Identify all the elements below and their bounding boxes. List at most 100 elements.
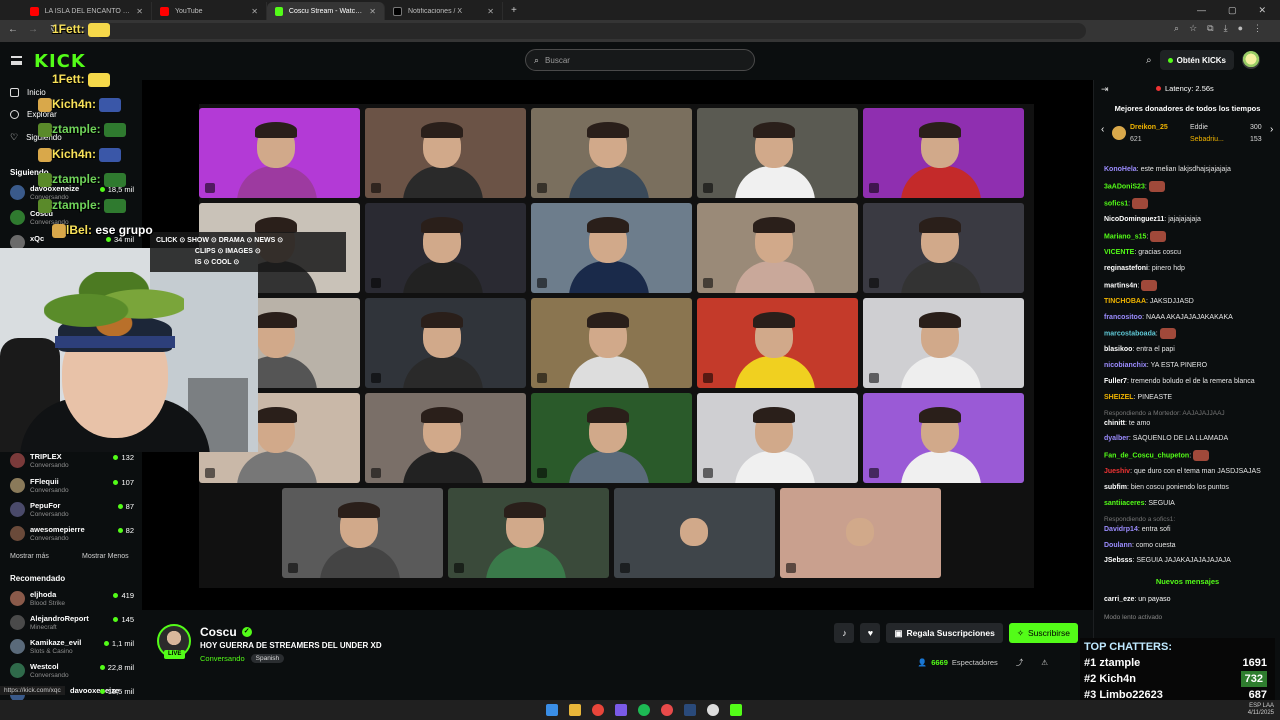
forward-icon[interactable]: →	[28, 24, 38, 35]
minimize-icon[interactable]: —	[1197, 5, 1206, 15]
windows-start-icon[interactable]	[546, 704, 558, 716]
mic-muted-icon	[703, 373, 713, 383]
mic-muted-icon	[869, 373, 879, 383]
chat-username[interactable]: Doulann	[1104, 542, 1132, 549]
extensions-icon[interactable]: ⧉	[1207, 23, 1213, 34]
chat-username[interactable]: santiiaceres	[1104, 500, 1144, 507]
chat-text: que duro con el tema man JASDJSAJAS	[1133, 468, 1261, 476]
channel-item[interactable]: FFlequii Conversando 107	[10, 475, 134, 499]
chat-username[interactable]: blasikoo	[1104, 346, 1132, 353]
kick-app-icon[interactable]	[730, 704, 742, 716]
app-icon[interactable]	[661, 704, 673, 716]
chat-username[interactable]: Jueshiv	[1104, 468, 1130, 475]
clock-date[interactable]: 4/11/2025	[1248, 710, 1274, 716]
next-donor-icon[interactable]: ›	[1270, 124, 1273, 135]
chat-username[interactable]: JSebsss	[1104, 557, 1132, 564]
chat-username[interactable]: 3aADoniS23	[1104, 183, 1145, 190]
participant-hair	[421, 217, 463, 233]
close-window-icon[interactable]: ✕	[1258, 5, 1266, 16]
chat-username[interactable]: marcostaboada	[1104, 331, 1156, 338]
tab-x[interactable]: Notificaciones / X ✕	[385, 2, 503, 20]
user-avatar[interactable]	[1242, 51, 1260, 69]
chat-username[interactable]: Mariano_s15	[1104, 233, 1146, 240]
show-less-button[interactable]: Mostrar Menos	[82, 553, 129, 560]
chat-username[interactable]: francositoo	[1104, 314, 1142, 321]
channel-item[interactable]: AlejandroReport Minecraft 145	[10, 612, 134, 636]
channel-item[interactable]: PepuFor Conversando 87	[10, 499, 134, 523]
channel-item[interactable]: eljhoda Blood Strike 419	[10, 588, 134, 612]
prev-donor-icon[interactable]: ‹	[1101, 124, 1104, 135]
notification-bell-icon[interactable]: ♪	[834, 623, 855, 643]
chrome-icon[interactable]	[592, 704, 604, 716]
chat-username[interactable]: martins4n	[1104, 282, 1137, 289]
chat-username[interactable]: Davidrp14	[1104, 526, 1138, 533]
channel-item[interactable]: Kamikaze_evil Slots & Casino 1,1 mil	[10, 636, 134, 660]
download-icon[interactable]: ⤓	[1224, 23, 1228, 34]
chat-username[interactable]: SHEIZEL	[1104, 394, 1134, 401]
chat-username[interactable]: chinitt	[1104, 420, 1125, 427]
mic-muted-icon	[869, 468, 879, 478]
chat-username[interactable]: TINCHOBAA	[1104, 298, 1146, 305]
tab-title: Coscu Stream - Watch Live	[288, 7, 363, 15]
channel-item[interactable]: awesomepierre Conversando 82	[10, 523, 134, 547]
star-icon[interactable]: ☆	[1189, 23, 1197, 34]
chat-username[interactable]: VICENTE	[1104, 249, 1134, 256]
app-icon[interactable]	[615, 704, 627, 716]
close-tab-icon[interactable]: ✕	[251, 7, 258, 16]
close-tab-icon[interactable]: ✕	[487, 7, 494, 16]
close-tab-icon[interactable]: ✕	[136, 7, 143, 16]
tab-isla[interactable]: LA ISLA DEL ENCANTO #81 ✕	[22, 2, 152, 20]
chat-username[interactable]: carri_eze	[1104, 596, 1134, 603]
viewer-count: 22,8 mil	[99, 663, 134, 672]
back-icon[interactable]: ←	[8, 24, 18, 35]
maximize-icon[interactable]: ▢	[1228, 5, 1237, 16]
new-messages-divider[interactable]: Nuevos mensajes	[1094, 577, 1280, 586]
subscribe-button[interactable]: ✧ Suscribirse	[1008, 623, 1078, 643]
category-link[interactable]: Conversando	[200, 654, 245, 663]
call-participant-tile	[863, 393, 1024, 483]
heart-follow-icon[interactable]: ♥	[860, 623, 881, 643]
chat-username[interactable]: sofics1	[1104, 200, 1128, 207]
tab-youtube[interactable]: YouTube ✕	[152, 2, 267, 20]
chat-username[interactable]: KonoHela	[1104, 166, 1137, 173]
spotify-icon[interactable]	[638, 704, 650, 716]
steam-icon[interactable]	[684, 704, 696, 716]
channel-item[interactable]: TRIPLEX Conversando 132	[10, 450, 134, 474]
gift-subs-button[interactable]: ▣ Regala Suscripciones	[886, 623, 1003, 643]
channel-item[interactable]: Westcol Conversando 22,8 mil	[10, 660, 134, 684]
menu-icon[interactable]: ⋮	[1253, 23, 1262, 34]
chat-username[interactable]: NicoDominguez11	[1104, 216, 1164, 223]
chat-username[interactable]: subfim	[1104, 484, 1127, 491]
show-more-button[interactable]: Mostrar más	[10, 553, 49, 560]
obs-icon[interactable]	[707, 704, 719, 716]
kicks-coin-icon	[1167, 57, 1173, 63]
report-icon[interactable]: ⚠	[1041, 658, 1048, 667]
chat-username[interactable]: Fuller7	[1104, 378, 1127, 385]
chat-username[interactable]: nicobianchix	[1104, 362, 1147, 369]
kick-logo[interactable]: KICK	[34, 51, 86, 72]
viewer-count-value: 87	[125, 502, 134, 511]
streamer-name[interactable]: Coscu ✓	[200, 625, 252, 639]
chat-username[interactable]: reginastefoni	[1104, 265, 1148, 272]
search-input[interactable]: ⌕ Buscar	[525, 49, 755, 71]
close-tab-icon[interactable]: ✕	[369, 7, 376, 16]
chat-username[interactable]: dyalber	[1104, 435, 1129, 442]
share-icon[interactable]: ⤴	[1016, 657, 1024, 668]
overlay-user: 1Fett:	[52, 22, 85, 36]
zoom-icon[interactable]: ⌕	[1174, 23, 1179, 34]
new-tab-button[interactable]: +	[511, 5, 517, 16]
file-explorer-icon[interactable]	[569, 704, 581, 716]
chat-username[interactable]: Fan_de_Coscu_chupeton	[1104, 453, 1189, 460]
hamburger-menu-icon[interactable]	[11, 56, 22, 65]
get-kicks-button[interactable]: Obtén KICKs	[1159, 50, 1234, 70]
collapse-chat-icon[interactable]: ⇥	[1101, 84, 1109, 95]
search-toggle-icon[interactable]: ⌕	[1146, 55, 1152, 66]
profile-icon[interactable]: ●	[1238, 23, 1243, 34]
language-tag[interactable]: Spanish	[250, 654, 285, 663]
language-indicator[interactable]: ESP LAA	[1249, 703, 1274, 709]
nav-home[interactable]: Inicio	[10, 88, 46, 97]
subscribe-label: Suscribirse	[1027, 628, 1070, 638]
address-bar[interactable]	[96, 23, 1086, 39]
chat-message: nicobianchix: YA ESTA PINERO	[1104, 361, 1276, 371]
tab-coscu[interactable]: Coscu Stream - Watch Live ✕	[267, 2, 385, 20]
